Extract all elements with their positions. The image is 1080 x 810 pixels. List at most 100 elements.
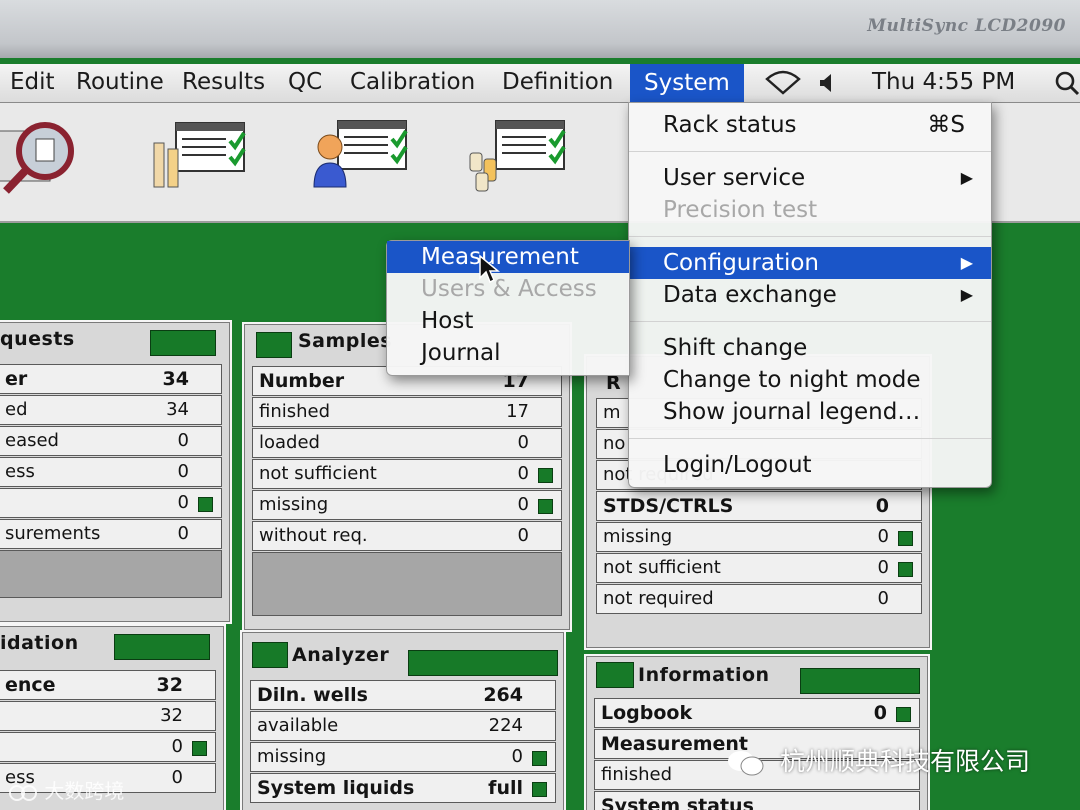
menu-item-night-mode[interactable]: Change to night mode: [629, 364, 991, 396]
table-row[interactable]: 0: [0, 488, 222, 518]
table-row[interactable]: finished 17: [252, 397, 562, 427]
row-value: 0: [177, 523, 189, 544]
menu-item-user-service[interactable]: User service ▶: [629, 162, 991, 194]
table-row[interactable]: ence 32: [0, 670, 216, 700]
row-label: ed: [5, 399, 28, 420]
table-row[interactable]: 0: [0, 732, 216, 762]
row-label: surements: [5, 523, 101, 544]
table-row[interactable]: Logbook 0: [594, 698, 920, 728]
table-row[interactable]: System liquids full: [250, 773, 556, 803]
menu-item-login-logout[interactable]: Login/Logout: [629, 449, 991, 481]
status-flag-icon: [898, 562, 913, 577]
menu-item-label: Rack status: [663, 112, 797, 138]
panel-title: Information: [638, 664, 770, 686]
spotlight-search-icon[interactable]: [1054, 70, 1080, 102]
panel-filler: [0, 550, 222, 598]
menu-calibration[interactable]: Calibration: [350, 69, 475, 95]
row-label: Diln. wells: [257, 684, 368, 706]
watermark-right: 杭州顺典科技有限公司: [726, 742, 1030, 778]
row-value: 32: [160, 705, 183, 726]
status-indicator: [150, 330, 216, 356]
reagents-tool-icon[interactable]: [466, 113, 576, 199]
row-label: loaded: [259, 432, 320, 453]
row-label: er: [5, 368, 28, 390]
row-label: ence: [5, 674, 56, 696]
row-value: 0: [517, 494, 529, 515]
volume-icon[interactable]: [818, 73, 834, 99]
table-row[interactable]: missing 0: [252, 490, 562, 520]
row-value: 17: [506, 401, 529, 422]
status-indicator: [252, 642, 288, 668]
menu-bar: Edit Routine Results QC Calibration Defi…: [0, 64, 1080, 103]
row-label: missing: [603, 526, 673, 547]
table-row[interactable]: without req. 0: [252, 521, 562, 551]
menu-qc[interactable]: QC: [288, 69, 322, 95]
status-flag-icon: [898, 531, 913, 546]
row-label: missing: [259, 494, 329, 515]
submenu-item-host[interactable]: Host: [387, 305, 629, 337]
row-value: 264: [483, 684, 523, 706]
table-row[interactable]: not required 0: [596, 584, 922, 614]
table-row[interactable]: missing 0: [250, 742, 556, 772]
menu-item-rack-status[interactable]: Rack status ⌘S: [629, 109, 991, 141]
panel-title: Samples: [298, 330, 393, 352]
row-value: 0: [877, 526, 889, 547]
monitor-brand: MultiSync LCD2090: [867, 16, 1066, 36]
table-row[interactable]: available 224: [250, 711, 556, 741]
submenu-arrow-icon: ▶: [960, 168, 973, 187]
table-row[interactable]: not sufficient 0: [596, 553, 922, 583]
table-row[interactable]: System status: [594, 791, 920, 810]
configuration-submenu: Measurement Users & Access Host Journal: [386, 240, 630, 376]
menu-edit[interactable]: Edit: [10, 69, 55, 95]
wifi-icon[interactable]: [764, 69, 802, 101]
menu-item-data-exchange[interactable]: Data exchange ▶: [629, 279, 991, 311]
watermark-text: 杭州顺典科技有限公司: [779, 747, 1030, 776]
table-row[interactable]: not sufficient 0: [252, 459, 562, 489]
menu-item-shift-change[interactable]: Shift change: [629, 332, 991, 364]
menu-definition[interactable]: Definition: [502, 69, 613, 95]
row-label: without req.: [259, 525, 368, 546]
row-value: 0: [517, 463, 529, 484]
row-label: no: [603, 433, 626, 454]
table-row[interactable]: 32: [0, 701, 216, 731]
status-indicator: [800, 668, 920, 694]
status-indicator: [114, 634, 210, 660]
requests-panel: quests er 34 ed 34 eased 0 ess 0 0 surements…: [0, 320, 232, 624]
analyzer-rows: Diln. wells 264 available 224 missing 0 Sys…: [250, 680, 556, 804]
submenu-item-journal[interactable]: Journal: [387, 337, 629, 369]
table-row[interactable]: missing 0: [596, 522, 922, 552]
samples-tool-icon[interactable]: [146, 113, 256, 199]
requests-tool-icon[interactable]: [0, 113, 80, 199]
screen: Edit Routine Results QC Calibration Defi…: [0, 58, 1080, 810]
menu-item-precision-test: Precision test: [629, 194, 991, 226]
menu-results[interactable]: Results: [182, 69, 265, 95]
table-row[interactable]: STDS/CTRLS 0: [596, 491, 922, 521]
submenu-item-measurement[interactable]: Measurement: [387, 241, 629, 273]
menu-system[interactable]: System: [630, 64, 744, 102]
table-row[interactable]: surements 0: [0, 519, 222, 549]
table-row[interactable]: Diln. wells 264: [250, 680, 556, 710]
table-row[interactable]: er 34: [0, 364, 222, 394]
row-value: 34: [162, 368, 189, 390]
menu-item-journal-legend[interactable]: Show journal legend…: [629, 396, 991, 428]
table-row[interactable]: ed 34: [0, 395, 222, 425]
menu-routine[interactable]: Routine: [76, 69, 164, 95]
table-row[interactable]: ess 0: [0, 457, 222, 487]
users-tool-icon[interactable]: [308, 113, 418, 199]
row-value: full: [488, 777, 523, 799]
menu-item-configuration[interactable]: Configuration ▶: [629, 247, 991, 279]
status-flag-icon: [532, 751, 547, 766]
row-value: 0: [177, 492, 189, 513]
information-panel: Information Logbook 0 Measurement finishe…: [584, 654, 930, 810]
row-value: 0: [177, 430, 189, 451]
panel-title: idation: [0, 632, 79, 654]
analyzer-panel: Analyzer Diln. wells 264 available 224 mis…: [240, 630, 566, 810]
table-row[interactable]: eased 0: [0, 426, 222, 456]
clock[interactable]: Thu 4:55 PM: [872, 69, 1015, 95]
submenu-item-users-access: Users & Access: [387, 273, 629, 305]
row-label: System status: [601, 795, 754, 810]
row-value: 0: [171, 736, 183, 757]
watermark-left: 大数跨境: [8, 775, 124, 804]
status-flag-icon: [192, 741, 207, 756]
table-row[interactable]: loaded 0: [252, 428, 562, 458]
